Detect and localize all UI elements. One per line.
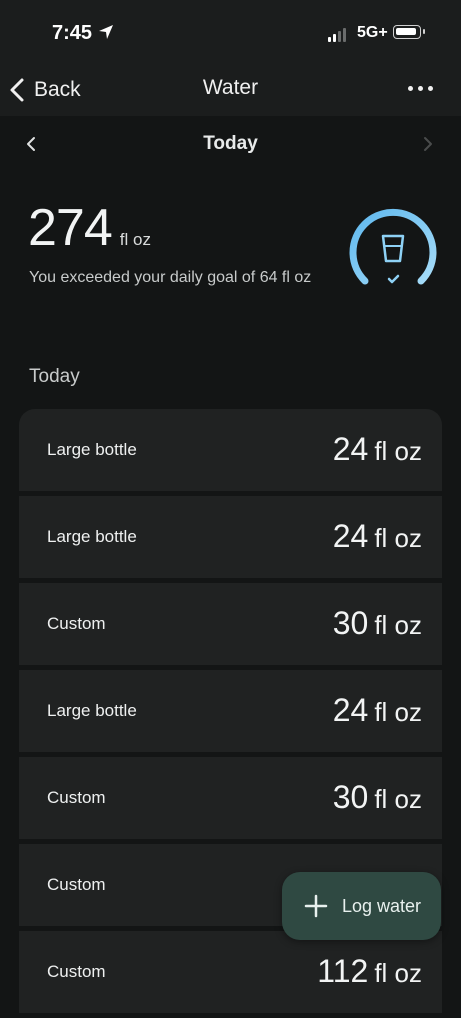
entry-amount: 24 fl oz [332, 518, 422, 554]
log-water-button[interactable]: Log water [282, 872, 441, 940]
entry-name: Custom [47, 788, 106, 807]
list-item[interactable]: Large bottle 24 fl oz [19, 496, 442, 578]
network-label: 5G+ [357, 24, 388, 41]
total-unit: fl oz [119, 230, 151, 249]
entry-amount: 24 fl oz [332, 692, 422, 728]
date-navigator: Today [0, 128, 461, 164]
nav-bar: Back Water [0, 64, 461, 116]
list-item[interactable]: Large bottle 24 fl oz [19, 409, 442, 491]
entry-amount: 112 fl oz [317, 953, 422, 989]
entry-name: Custom [47, 875, 106, 894]
entry-name: Custom [47, 614, 106, 633]
list-item[interactable]: Custom 30 fl oz [19, 757, 442, 839]
entry-amount: 30 fl oz [332, 605, 422, 641]
status-bar: 7:45 5G+ [0, 0, 461, 64]
more-options-button[interactable] [408, 86, 433, 91]
location-arrow-icon [99, 25, 113, 39]
page-title: Water [202, 76, 259, 99]
signal-icon [328, 28, 346, 42]
water-glass-check-icon [381, 234, 405, 284]
entry-name: Large bottle [47, 440, 137, 459]
entry-amount: 24 fl oz [332, 431, 422, 467]
next-day-button[interactable] [421, 134, 435, 159]
date-label: Today [203, 133, 258, 154]
entry-amount: 30 fl oz [332, 779, 422, 815]
chevron-right-icon [424, 137, 432, 151]
plus-icon [304, 894, 328, 918]
status-time: 7:45 [52, 22, 93, 44]
more-horizontal-icon [408, 86, 413, 91]
total-intake: 274 fl oz [28, 198, 151, 258]
entry-name: Custom [47, 962, 106, 981]
battery-icon [393, 25, 425, 39]
goal-progress-ring [349, 208, 437, 285]
list-item[interactable]: Large bottle 24 fl oz [19, 670, 442, 752]
list-item[interactable]: Custom 30 fl oz [19, 583, 442, 665]
list-item[interactable]: Custom 112 fl oz [19, 931, 442, 1013]
section-label: Today [29, 366, 80, 387]
entry-name: Large bottle [47, 701, 137, 720]
total-value: 274 [28, 199, 113, 257]
entry-name: Large bottle [47, 527, 137, 546]
goal-message: You exceeded your daily goal of 64 fl oz [29, 269, 312, 286]
log-water-label: Log water [342, 895, 422, 916]
